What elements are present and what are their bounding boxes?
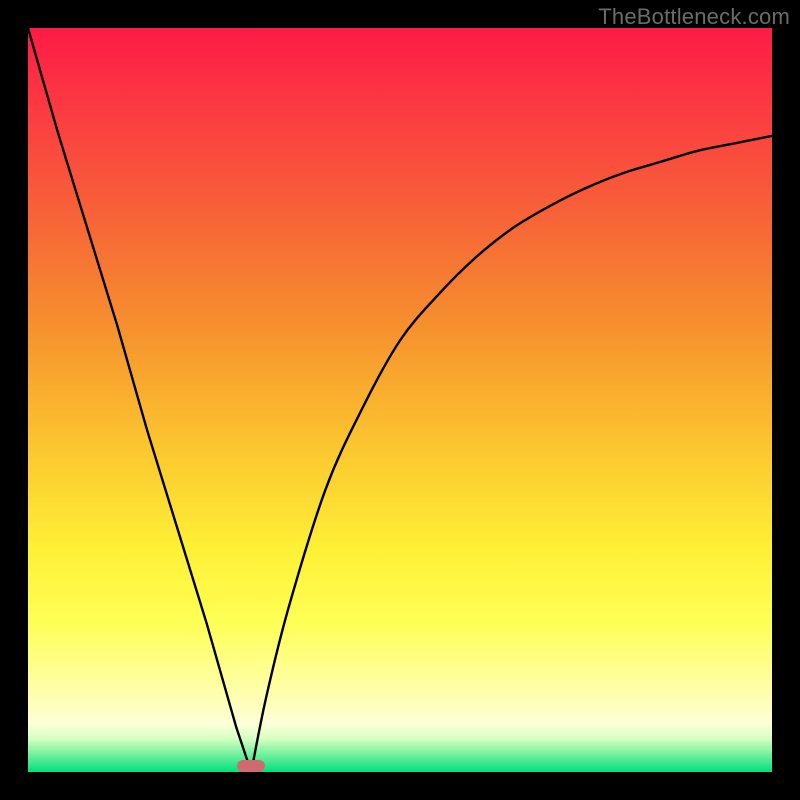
plot-area — [28, 28, 772, 772]
watermark-text: TheBottleneck.com — [598, 4, 790, 30]
bottleneck-curve — [28, 28, 772, 772]
outer-frame: TheBottleneck.com — [0, 0, 800, 800]
minimum-marker — [237, 760, 265, 772]
